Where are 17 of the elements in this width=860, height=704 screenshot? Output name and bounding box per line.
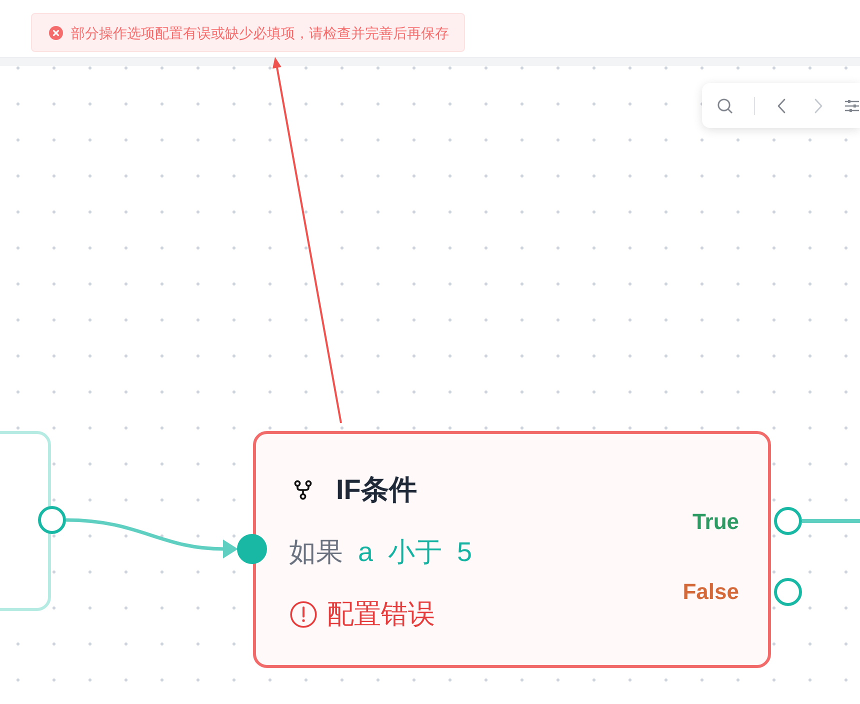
condition-node[interactable]: IF条件 如果 a 小于 5 配置错误 True False <box>253 431 771 668</box>
sliders-icon <box>845 98 859 114</box>
toast-message: 部分操作选项配置有误或缺少必填项，请检查并完善后再保存 <box>71 24 449 42</box>
fork-icon <box>293 480 313 500</box>
node-title: IF条件 <box>336 473 417 507</box>
condition-keyword: 如果 <box>289 536 343 569</box>
branch-label: True <box>692 508 739 536</box>
condition-value: 5 <box>457 536 472 569</box>
chevron-left-icon <box>776 98 786 114</box>
branch-label: False <box>682 578 739 606</box>
alert-circle-icon <box>290 600 317 628</box>
condition-value: a <box>358 536 374 569</box>
condition-value: 小于 <box>388 536 442 569</box>
x-circle-icon <box>49 26 63 40</box>
search-icon <box>717 98 733 114</box>
chevron-right-icon <box>814 98 822 114</box>
error-message: 配置错误 <box>327 598 435 631</box>
